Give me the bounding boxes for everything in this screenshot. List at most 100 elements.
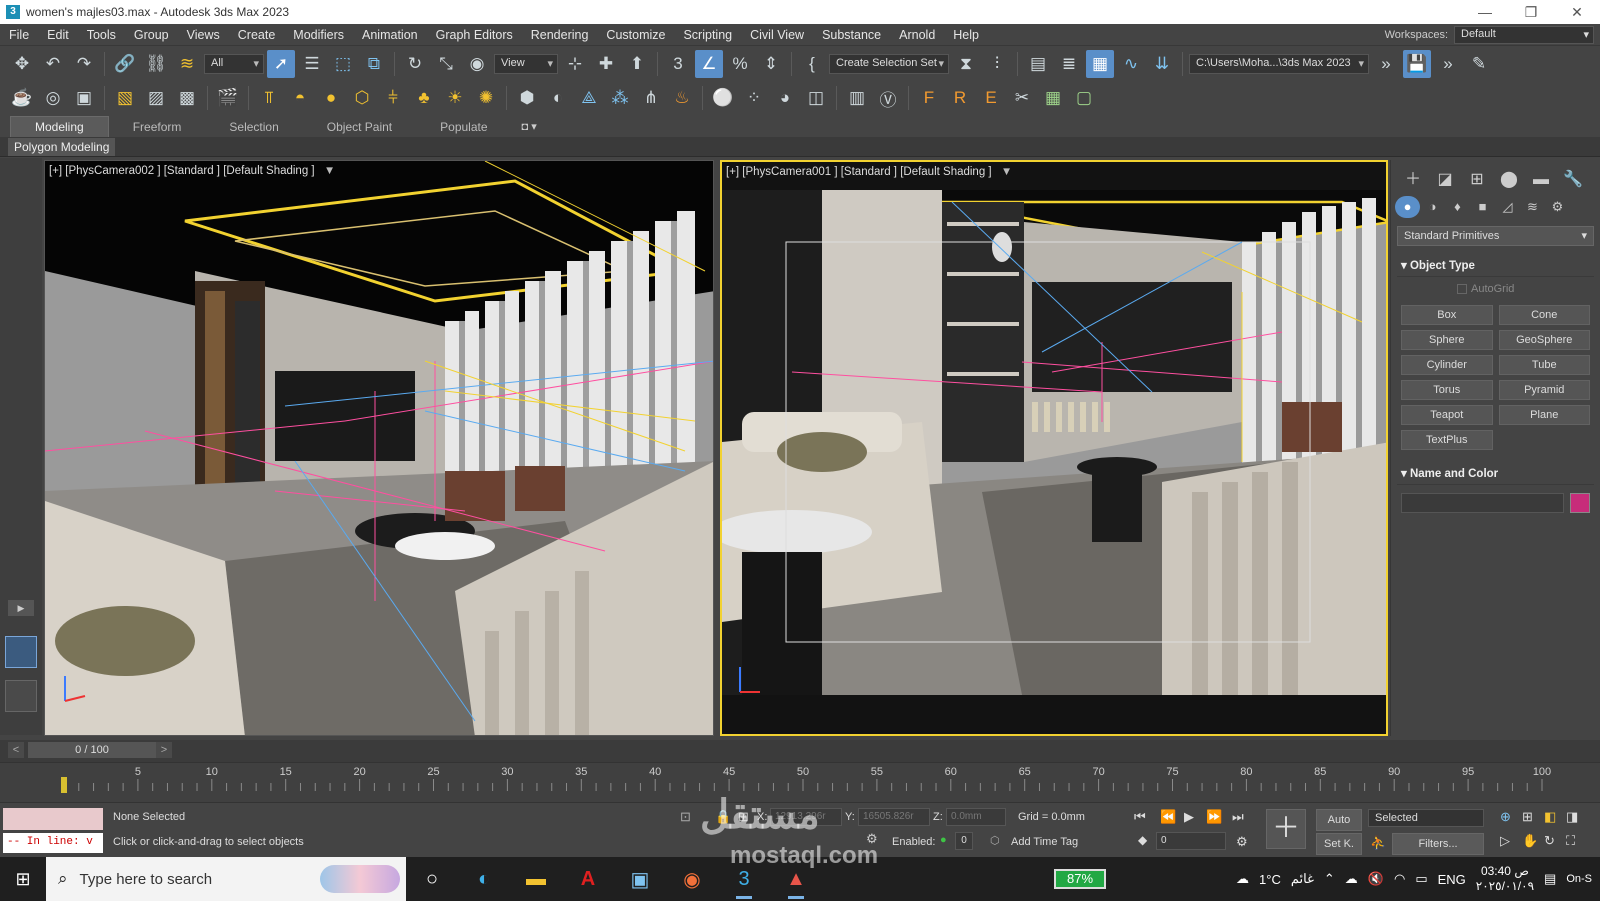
tab-selection[interactable]: Selection bbox=[205, 117, 302, 137]
tab-freeform[interactable]: Freeform bbox=[109, 117, 206, 137]
primitive-type-dropdown[interactable]: Standard Primitives bbox=[1397, 226, 1594, 246]
material-library-icon[interactable]: ◫ bbox=[802, 84, 830, 112]
object-type-header[interactable]: ▾ Object Type bbox=[1397, 254, 1594, 277]
viewport-physcamera001[interactable]: [+] [PhysCamera001 ] [Standard ] [Defaul… bbox=[720, 160, 1388, 736]
modify-tab-icon[interactable]: ◪ bbox=[1429, 168, 1461, 192]
motion-tab-icon[interactable]: ⬤ bbox=[1493, 168, 1525, 192]
viewport-physcamera002[interactable]: [+] [PhysCamera002 ] [Standard ] [Defaul… bbox=[44, 160, 714, 736]
unlink-icon[interactable]: ⛓ bbox=[142, 50, 170, 78]
window-crossing-icon[interactable]: ⧉ bbox=[360, 50, 388, 78]
named-selection-set-dropdown[interactable]: Create Selection Set bbox=[829, 54, 949, 74]
menu-create[interactable]: Create bbox=[229, 28, 285, 42]
ribbon-toggle-icon[interactable]: ▦ bbox=[1086, 50, 1114, 78]
zoom-extents-all-icon[interactable]: ◨ bbox=[1566, 809, 1578, 825]
trackbar[interactable]: 5 10 15 20 25 30 35 40 45 50 55 60 65 70 75 80 85 90 95 100 bbox=[0, 762, 1600, 802]
menu-customize[interactable]: Customize bbox=[597, 28, 674, 42]
save-icon[interactable]: 💾 bbox=[1403, 50, 1431, 78]
go-to-start-icon[interactable]: ⏮ bbox=[1134, 809, 1146, 825]
key-filter-dropdown[interactable]: Selected bbox=[1368, 809, 1484, 827]
display-tab-icon[interactable]: ▬ bbox=[1525, 168, 1557, 192]
material-ball-icon[interactable]: ⚪ bbox=[709, 84, 737, 112]
area-light-icon[interactable]: ⬡ bbox=[348, 84, 376, 112]
onedrive-icon[interactable]: ☁ bbox=[1345, 871, 1358, 887]
expand-layouts-icon[interactable]: ▶ bbox=[8, 600, 34, 616]
maxscript-input[interactable]: -- In line: v bbox=[3, 833, 103, 853]
autocad-icon[interactable]: A bbox=[562, 857, 614, 901]
time-slider-prev-button[interactable]: < bbox=[8, 742, 24, 758]
hierarchy-tab-icon[interactable]: ⊞ bbox=[1461, 168, 1493, 192]
minimize-button[interactable]: — bbox=[1462, 4, 1508, 20]
systems-icon[interactable]: ⚙ bbox=[1545, 196, 1570, 218]
key-mode-icon[interactable]: ◆ bbox=[1138, 833, 1147, 847]
menu-civil-view[interactable]: Civil View bbox=[741, 28, 813, 42]
current-frame-marker[interactable] bbox=[61, 777, 67, 793]
spinner-snap-icon[interactable]: ⇕ bbox=[757, 50, 785, 78]
torus-button[interactable]: Torus bbox=[1401, 380, 1493, 400]
vray-icon[interactable]: Ⓥ bbox=[874, 84, 902, 112]
edit-named-selection-icon[interactable]: { bbox=[798, 50, 826, 78]
ies-light-icon[interactable]: ⫩ bbox=[379, 84, 407, 112]
speaker-muted-icon[interactable]: 🔇 bbox=[1368, 871, 1384, 887]
time-configuration-icon[interactable]: ⚙ bbox=[1236, 834, 1248, 850]
go-to-end-icon[interactable]: ⏭ bbox=[1232, 809, 1244, 825]
default-in-out-icon[interactable]: ⛹ bbox=[1370, 835, 1386, 851]
layout-two-viewports-icon[interactable] bbox=[5, 636, 37, 668]
menu-help[interactable]: Help bbox=[944, 28, 988, 42]
enabled-value[interactable]: 0 bbox=[955, 832, 973, 850]
orbit-icon[interactable]: ↻ bbox=[1544, 833, 1555, 849]
dome-light-icon[interactable]: ◓ bbox=[286, 84, 314, 112]
current-frame-input[interactable]: 0 bbox=[1156, 832, 1226, 850]
on-screen-keyboard-label[interactable]: On-S bbox=[1566, 873, 1592, 885]
chevron-up-icon[interactable]: ⌃ bbox=[1324, 871, 1335, 887]
geometry-icon[interactable]: ● bbox=[1395, 196, 1420, 218]
toolbar-overflow-icon[interactable]: » bbox=[1372, 50, 1400, 78]
align-icon[interactable]: ⫶ bbox=[983, 50, 1011, 78]
shapes-icon[interactable]: ◑ bbox=[1420, 196, 1445, 218]
menu-edit[interactable]: Edit bbox=[38, 28, 78, 42]
ribbon-options-icon[interactable]: ◘ ▾ bbox=[522, 120, 537, 137]
select-move-icon[interactable]: ✥ bbox=[8, 50, 36, 78]
proxy-icon[interactable]: ⬢ bbox=[513, 84, 541, 112]
fire-icon[interactable]: ♨ bbox=[668, 84, 696, 112]
cylinder-button[interactable]: Cylinder bbox=[1401, 355, 1493, 375]
tab-populate[interactable]: Populate bbox=[416, 117, 511, 137]
file-explorer-icon[interactable]: ▬ bbox=[510, 857, 562, 901]
tab-modeling[interactable]: Modeling bbox=[10, 116, 109, 137]
torus-icon[interactable]: ◎ bbox=[39, 84, 67, 112]
temperature[interactable]: 1°C bbox=[1259, 872, 1281, 887]
y-coordinate-field[interactable]: 16505.826r bbox=[858, 808, 930, 826]
box-button[interactable]: Box bbox=[1401, 305, 1493, 325]
zoom-extents-icon[interactable]: ◧ bbox=[1544, 809, 1556, 825]
time-slider-thumb[interactable]: 0 / 100 bbox=[28, 742, 156, 758]
spot-light-icon[interactable]: ⫪ bbox=[255, 84, 283, 112]
geosphere-button[interactable]: GeoSphere bbox=[1498, 330, 1590, 350]
wifi-icon[interactable]: ◠ bbox=[1394, 871, 1405, 887]
helpers-icon[interactable]: ◿ bbox=[1495, 196, 1520, 218]
clock[interactable]: 03:40 ص ٢٠٢٥/٠١/٠٩ bbox=[1476, 864, 1534, 894]
rectangular-selection-icon[interactable]: ⬚ bbox=[329, 50, 357, 78]
redo-icon[interactable]: ↷ bbox=[70, 50, 98, 78]
link-icon[interactable]: 🔗 bbox=[111, 50, 139, 78]
undo-icon[interactable]: ↶ bbox=[39, 50, 67, 78]
material-editor-icon[interactable]: ▨ bbox=[142, 84, 170, 112]
pyramid-button[interactable]: Pyramid bbox=[1498, 380, 1590, 400]
viewport-label-text[interactable]: [+] [PhysCamera001 ] [Standard ] [Defaul… bbox=[726, 166, 992, 178]
select-object-icon[interactable]: ➚ bbox=[267, 50, 295, 78]
frame-buffer-icon[interactable]: ▥ bbox=[843, 84, 871, 112]
windows-start-icon[interactable]: ⊞ bbox=[0, 857, 46, 901]
weather-icon[interactable]: ☁ bbox=[1236, 871, 1249, 887]
project-path-dropdown[interactable]: C:\Users\Moha...\3ds Max 2023 bbox=[1189, 54, 1369, 74]
scene-explorer-icon[interactable]: ▤ bbox=[1024, 50, 1052, 78]
menu-tools[interactable]: Tools bbox=[78, 28, 125, 42]
menu-animation[interactable]: Animation bbox=[353, 28, 427, 42]
render-frame-icon[interactable]: 🎬 bbox=[214, 84, 242, 112]
3ds-max-icon[interactable]: 3 bbox=[718, 857, 770, 901]
select-by-name-icon[interactable]: ☰ bbox=[298, 50, 326, 78]
green-panel-icon[interactable]: ▢ bbox=[1070, 84, 1098, 112]
create-tab-icon[interactable]: ＋ bbox=[1397, 168, 1429, 192]
forest-pack-icon[interactable]: F bbox=[915, 84, 943, 112]
teapot-icon[interactable]: ☕ bbox=[8, 84, 36, 112]
brush-icon[interactable]: ✎ bbox=[1465, 50, 1493, 78]
field-of-view-icon[interactable]: ▷ bbox=[1500, 833, 1510, 849]
weather-text[interactable]: غائم bbox=[1291, 871, 1314, 887]
